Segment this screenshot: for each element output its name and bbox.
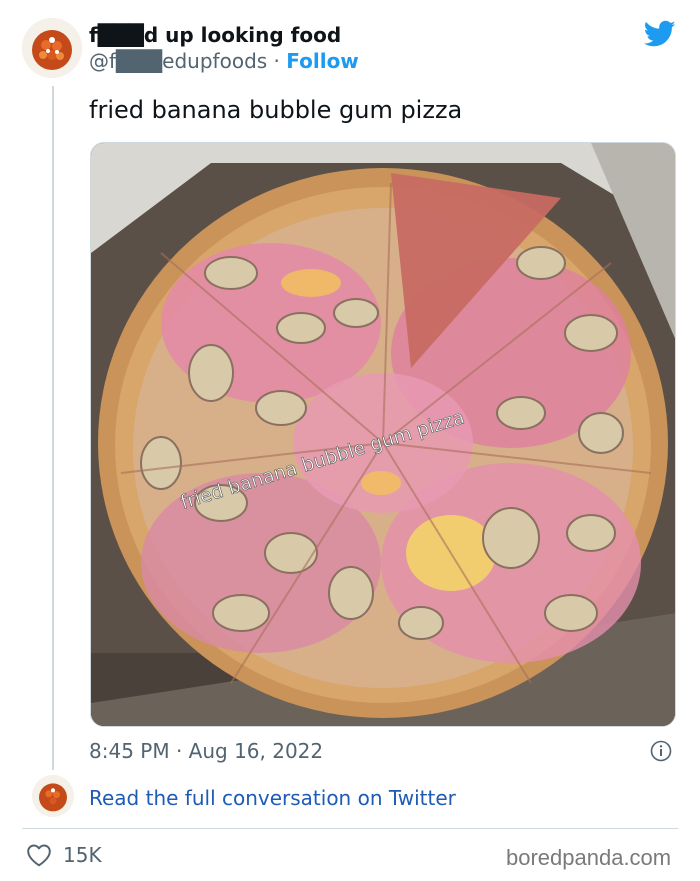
tweet-text: fried banana bubble gum pizza <box>89 96 463 124</box>
twitter-bird-icon[interactable] <box>644 20 676 48</box>
reply-avatar[interactable] <box>32 775 74 817</box>
author-handle[interactable]: @f███edupfoods <box>89 49 267 73</box>
tweet-timestamp[interactable]: 8:45 PM · Aug 16, 2022 <box>89 739 323 763</box>
handle-row: @f███edupfoods · Follow <box>89 49 359 73</box>
watermark: boredpanda.com <box>506 845 672 870</box>
author-avatar[interactable] <box>22 18 82 78</box>
avatar-food-image <box>32 775 74 817</box>
author-display-name[interactable]: f███d up looking food <box>89 23 341 47</box>
info-icon[interactable] <box>650 740 672 762</box>
read-conversation-link[interactable]: Read the full conversation on Twitter <box>89 786 456 810</box>
like-count[interactable]: 15K <box>63 843 102 867</box>
heart-icon[interactable] <box>26 843 52 867</box>
separator-dot: · <box>267 49 287 73</box>
follow-button[interactable]: Follow <box>286 49 359 73</box>
pizza-photo: fried banana bubble gum pizza <box>91 143 675 726</box>
tweet-photo[interactable]: fried banana bubble gum pizza <box>90 142 676 727</box>
avatar-food-image <box>22 18 82 78</box>
thread-line <box>52 86 54 770</box>
divider <box>22 828 678 829</box>
